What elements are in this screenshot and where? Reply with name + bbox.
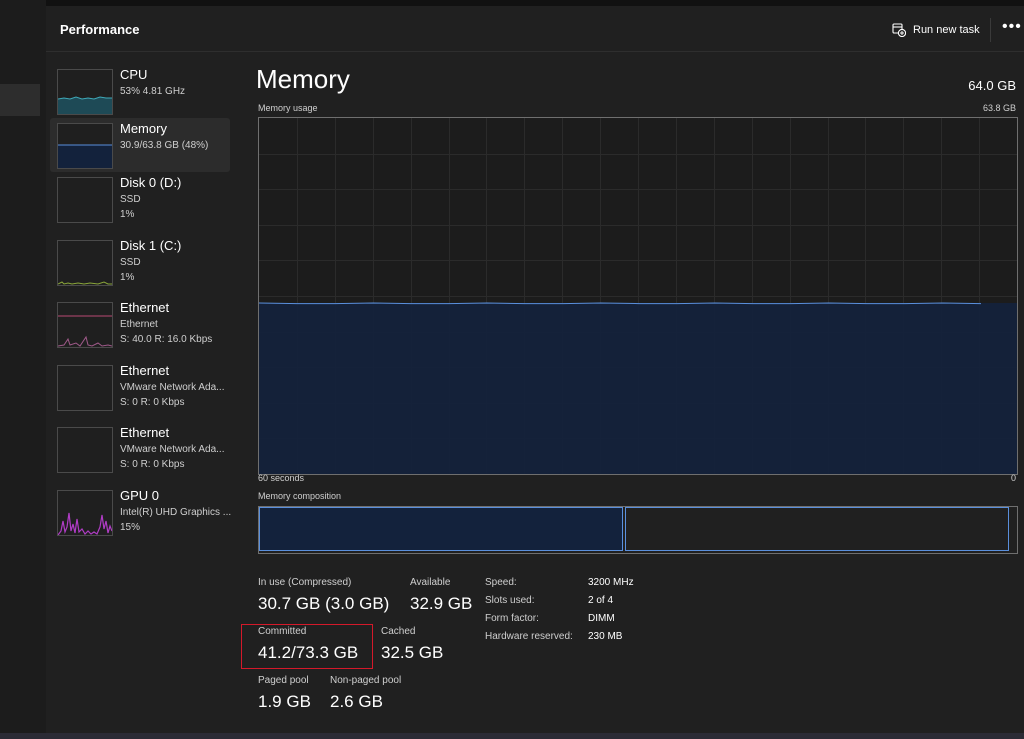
cpu-graph-thumbnail — [57, 69, 113, 115]
sidebar-item-title: GPU 0 — [120, 488, 160, 503]
memory-usage-graph — [258, 117, 1018, 475]
memory-composition-bar — [258, 506, 1018, 554]
sidebar-item-title: Ethernet — [120, 363, 170, 378]
run-new-task-label: Run new task — [913, 24, 980, 36]
hardware-reserved-value: 230 MB — [588, 631, 623, 642]
sidebar-item-detail-2: 1% — [120, 209, 135, 220]
sidebar-item-title: Disk 0 (D:) — [120, 175, 182, 190]
memory-usage-label: Memory usage — [258, 103, 318, 113]
non-paged-pool-value: 2.6 GB — [330, 692, 383, 711]
sidebar-item-detail-2: S: 0 R: 0 Kbps — [120, 397, 185, 408]
sidebar-item-detail-2: S: 0 R: 0 Kbps — [120, 459, 185, 470]
sidebar-item-ethernet-3[interactable]: Ethernet VMware Network Ada... S: 0 R: 0… — [50, 422, 230, 476]
available-value: 32.9 GB — [410, 594, 473, 613]
speed-label: Speed: — [485, 577, 517, 588]
panel-header: Performance Run new task ••• — [46, 6, 1024, 52]
sidebar-item-ethernet-1[interactable]: Ethernet Ethernet S: 40.0 R: 16.0 Kbps — [50, 297, 230, 351]
memory-composition-label: Memory composition — [258, 491, 342, 501]
ethernet-graph-thumbnail — [57, 365, 113, 411]
sidebar-item-detail: 53% 4.81 GHz — [120, 86, 186, 97]
bottom-strip — [0, 733, 1024, 739]
more-options-icon[interactable]: ••• — [1002, 18, 1022, 36]
header-divider — [990, 18, 991, 42]
sidebar-item-disk-0[interactable]: Disk 0 (D:) SSD 1% — [50, 172, 230, 226]
sidebar-item-gpu-0[interactable]: GPU 0 Intel(R) UHD Graphics ... 15% — [50, 485, 232, 539]
run-new-task-button[interactable]: Run new task — [892, 21, 980, 39]
total-memory: 64.0 GB — [968, 78, 1016, 93]
paged-pool-label: Paged pool — [258, 675, 309, 686]
sidebar-item-title: CPU — [120, 67, 148, 82]
composition-available-segment — [625, 507, 1009, 551]
sidebar-item-disk-1[interactable]: Disk 1 (C:) SSD 1% — [50, 235, 230, 289]
memory-graph-thumbnail — [57, 123, 113, 169]
disk-graph-thumbnail — [57, 177, 113, 223]
cached-value: 32.5 GB — [381, 643, 444, 662]
sidebar-item-ethernet-2[interactable]: Ethernet VMware Network Ada... S: 0 R: 0… — [50, 360, 230, 414]
sidebar-item-cpu[interactable]: CPU 53% 4.81 GHz — [50, 64, 230, 118]
disk-graph-thumbnail — [57, 240, 113, 286]
sidebar-item-detail-2: 1% — [120, 272, 135, 283]
non-paged-pool-label: Non-paged pool — [330, 675, 402, 686]
run-task-icon — [892, 23, 906, 37]
sidebar-item-detail-2: 15% — [120, 522, 141, 533]
memory-usage-max: 63.8 GB — [982, 103, 1016, 113]
sidebar-item-title: Memory — [120, 121, 167, 136]
hardware-reserved-label: Hardware reserved: — [485, 631, 573, 642]
form-factor-label: Form factor: — [485, 613, 539, 624]
sidebar-item-detail: Ethernet — [120, 319, 158, 330]
page-title: Memory — [256, 64, 350, 94]
page-header-title: Performance — [60, 22, 140, 37]
time-axis-start: 60 seconds — [258, 473, 305, 483]
in-use-value: 30.7 GB (3.0 GB) — [258, 594, 390, 613]
sidebar-item-detail: VMware Network Ada... — [120, 382, 225, 393]
available-label: Available — [410, 577, 451, 588]
sidebar-item-memory[interactable]: Memory 30.9/63.8 GB (48%) — [50, 118, 230, 172]
sidebar-item-title: Ethernet — [120, 425, 170, 440]
nav-strip — [0, 0, 46, 739]
sidebar-item-title: Ethernet — [120, 300, 170, 315]
gpu-graph-thumbnail — [57, 490, 113, 536]
memory-usage-svg — [259, 118, 1017, 474]
sidebar-item-detail: VMware Network Ada... — [120, 444, 225, 455]
time-axis-end: 0 — [1010, 473, 1016, 483]
paged-pool-value: 1.9 GB — [258, 692, 311, 711]
in-use-label: In use (Compressed) — [258, 577, 352, 588]
sidebar-item-detail-2: S: 40.0 R: 16.0 Kbps — [120, 334, 213, 345]
ethernet-graph-thumbnail — [57, 302, 113, 348]
ethernet-graph-thumbnail — [57, 427, 113, 473]
sidebar-item-title: Disk 1 (C:) — [120, 238, 182, 253]
sidebar-item-detail: SSD — [120, 194, 141, 205]
memory-usage-area — [259, 303, 1017, 474]
slots-used-value: 2 of 4 — [588, 595, 614, 606]
sidebar-item-detail: 30.9/63.8 GB (48%) — [120, 140, 209, 151]
composition-in-use-segment — [259, 507, 623, 551]
form-factor-value: DIMM — [588, 613, 615, 624]
sidebar-item-detail: SSD — [120, 257, 141, 268]
sidebar-item-detail: Intel(R) UHD Graphics ... — [120, 507, 232, 518]
performance-panel: Performance Run new task ••• CPU 53% 4.8… — [46, 6, 1024, 733]
speed-value: 3200 MHz — [588, 577, 634, 588]
nav-selected-item[interactable] — [0, 84, 40, 116]
cached-label: Cached — [381, 626, 416, 637]
committed-highlight-box — [241, 624, 373, 669]
slots-used-label: Slots used: — [485, 595, 535, 606]
